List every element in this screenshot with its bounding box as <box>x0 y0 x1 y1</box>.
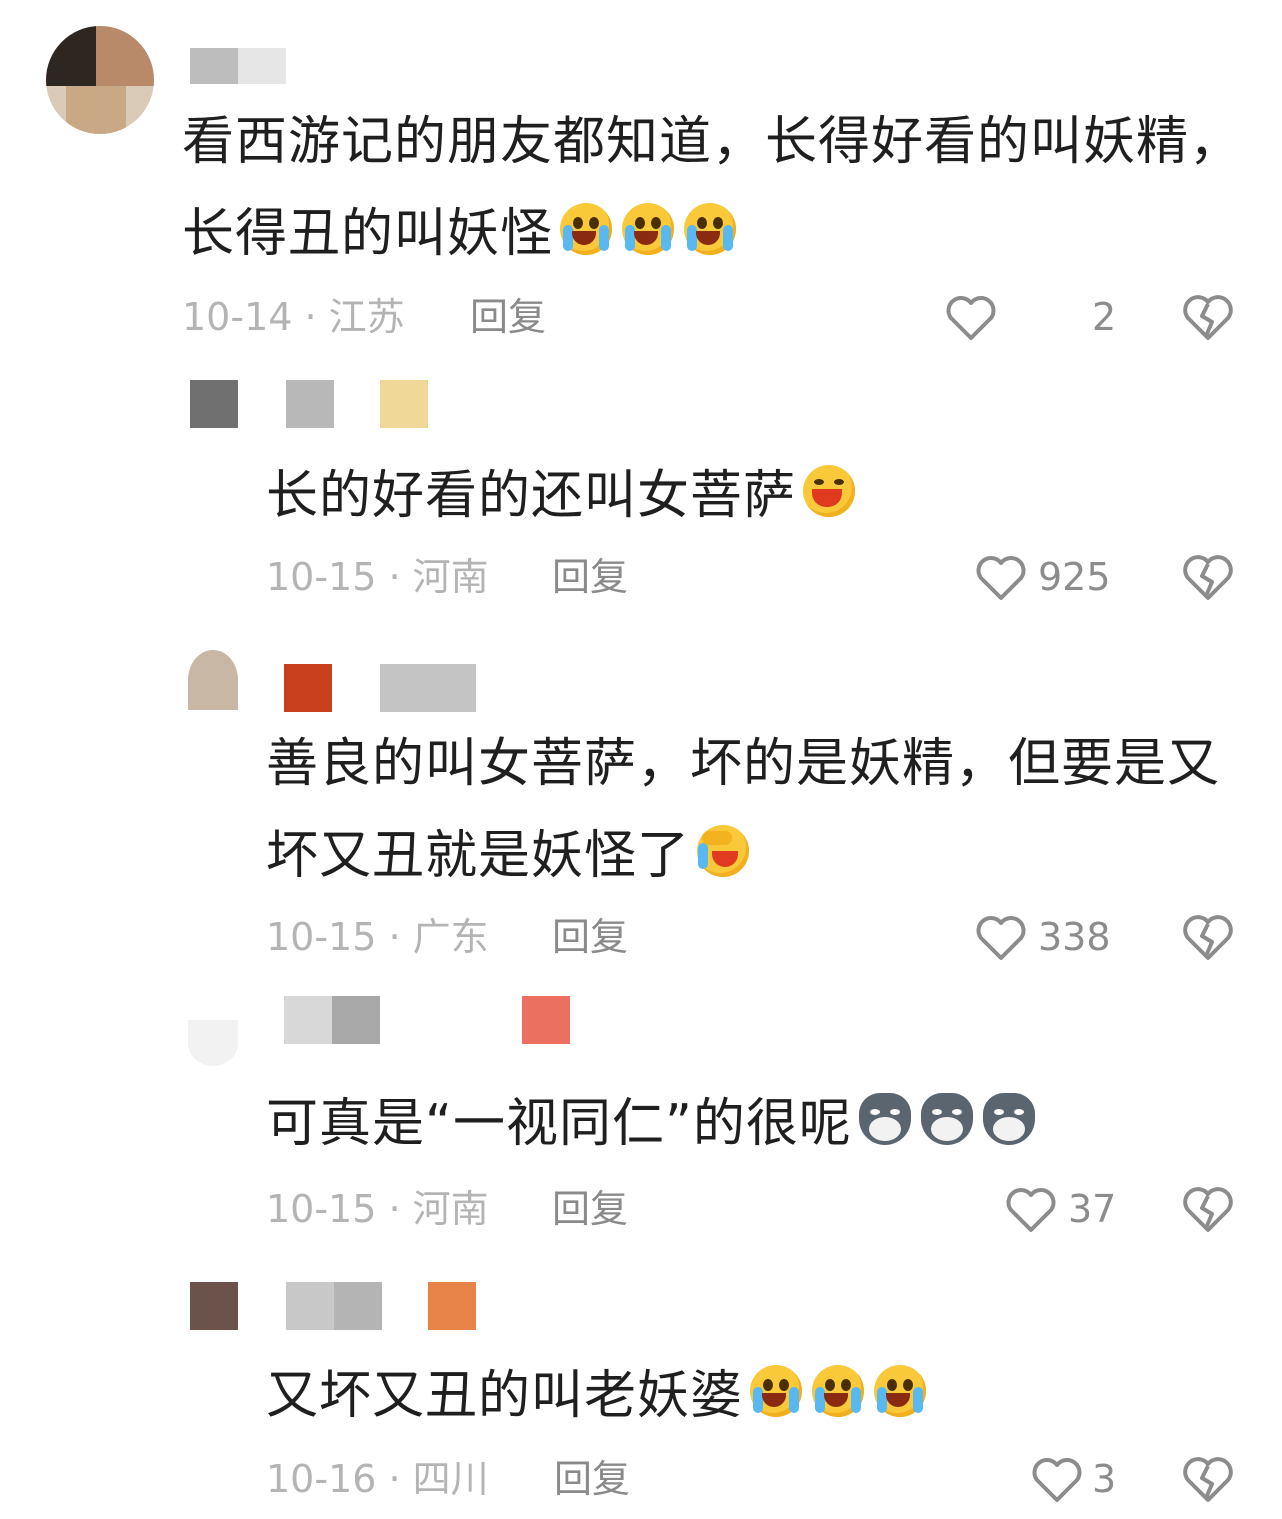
wolf-icon <box>980 1093 1038 1145</box>
reply-button[interactable]: 回复 <box>470 292 546 342</box>
broken-heart-icon[interactable] <box>1182 1454 1234 1506</box>
crying-laugh-icon <box>747 1365 805 1417</box>
like-count: 2 <box>1092 295 1117 339</box>
reply-button[interactable]: 回复 <box>552 912 628 962</box>
avatar[interactable] <box>188 1020 238 1066</box>
username[interactable] <box>190 380 430 428</box>
comment-date-location: 10-14 · 江苏 <box>182 295 405 339</box>
like-button[interactable]: 2 <box>944 292 1124 342</box>
heart-icon <box>1032 1458 1082 1502</box>
avatar[interactable] <box>46 26 154 134</box>
heart-icon <box>976 916 1026 960</box>
crying-laugh-icon <box>681 203 739 255</box>
comment-date-location: 10-15 · 河南 <box>266 555 489 599</box>
crying-laugh-icon <box>809 1365 867 1417</box>
broken-heart-icon[interactable] <box>1182 1184 1234 1236</box>
comment-text: 善良的叫女菩萨，坏的是妖精，但要是又坏又丑就是妖怪了 <box>266 734 1221 886</box>
reply-button[interactable]: 回复 <box>554 1454 630 1504</box>
avatar[interactable] <box>188 650 238 710</box>
reply-button[interactable]: 回复 <box>552 552 628 602</box>
broken-heart-icon[interactable] <box>1182 292 1234 344</box>
broken-heart-icon[interactable] <box>1182 912 1234 964</box>
heart-icon <box>946 296 996 340</box>
like-count: 37 <box>1068 1187 1117 1231</box>
like-count: 925 <box>1038 555 1111 599</box>
broken-heart-icon[interactable] <box>1182 552 1234 604</box>
username[interactable] <box>284 996 574 1044</box>
comment-text: 又坏又丑的叫老妖婆 <box>266 1350 1246 1442</box>
like-button[interactable]: 3 <box>1030 1454 1130 1504</box>
wolf-icon <box>856 1093 914 1145</box>
username[interactable] <box>190 48 286 84</box>
heart-icon <box>1006 1188 1056 1232</box>
username[interactable] <box>284 664 524 712</box>
like-count: 338 <box>1038 915 1111 959</box>
like-button[interactable]: 338 <box>974 912 1124 962</box>
facepalm-laugh-icon <box>694 825 752 877</box>
comment-text: 长的好看的还叫女菩萨 <box>266 450 1246 542</box>
heart-icon <box>976 556 1026 600</box>
crying-laugh-icon <box>557 203 615 255</box>
like-count: 3 <box>1092 1457 1117 1501</box>
like-button[interactable]: 925 <box>974 552 1124 602</box>
comment-date-location: 10-15 · 广东 <box>266 915 489 959</box>
comment-date-location: 10-16 · 四川 <box>266 1457 489 1501</box>
comment-text: 看西游记的朋友都知道，长得好看的叫妖精，长得丑的叫妖怪 <box>182 112 1243 264</box>
like-button[interactable]: 37 <box>1004 1184 1124 1234</box>
laughing-icon <box>800 465 858 517</box>
wolf-icon <box>918 1093 976 1145</box>
crying-laugh-icon <box>619 203 677 255</box>
comment-text: 可真是“一视同仁”的很呢 <box>266 1078 1246 1170</box>
crying-laugh-icon <box>871 1365 929 1417</box>
comment-date-location: 10-15 · 河南 <box>266 1187 489 1231</box>
username[interactable] <box>190 1282 480 1330</box>
reply-button[interactable]: 回复 <box>552 1184 628 1234</box>
